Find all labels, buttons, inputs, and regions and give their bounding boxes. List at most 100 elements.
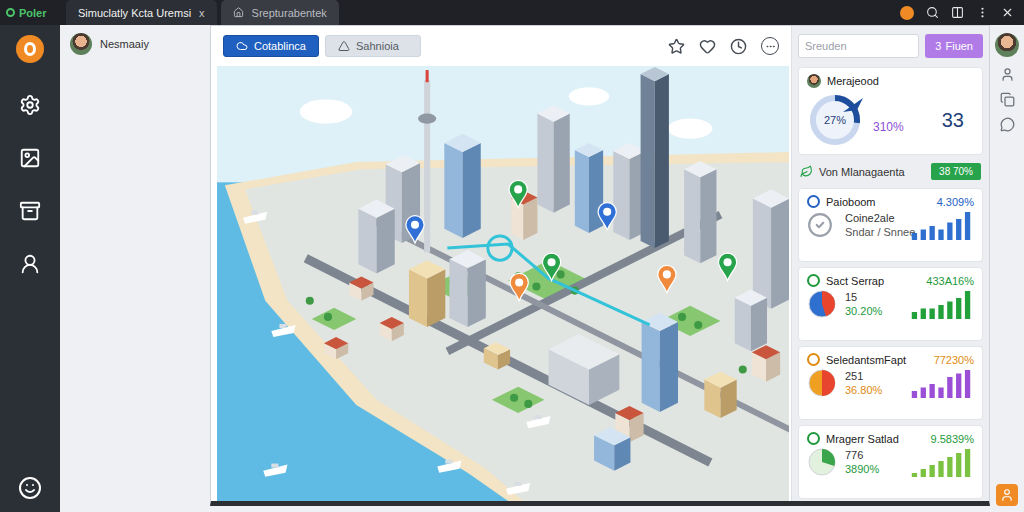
building bbox=[575, 143, 603, 233]
pie-chart bbox=[807, 289, 837, 319]
map-pin[interactable] bbox=[509, 180, 527, 207]
map-pin[interactable] bbox=[718, 253, 736, 280]
bar bbox=[912, 473, 917, 477]
bar bbox=[929, 309, 934, 320]
account-icon[interactable] bbox=[996, 484, 1018, 506]
toolbar-actions bbox=[668, 37, 779, 55]
panel-icon[interactable] bbox=[951, 6, 964, 19]
logo-icon[interactable] bbox=[16, 35, 44, 63]
cloud-icon bbox=[236, 40, 248, 52]
stat-card[interactable]: Sact Serrap433A16%1530.20% bbox=[798, 267, 983, 341]
bar bbox=[921, 309, 926, 320]
search-icon[interactable] bbox=[926, 6, 939, 19]
section-header: Von Mlanagaenta38 70% bbox=[798, 160, 983, 183]
user-row[interactable]: Nesmaaiy bbox=[60, 25, 210, 63]
browser-tab[interactable]: Srepturabentek bbox=[221, 0, 339, 25]
tree bbox=[678, 313, 686, 321]
svg-text:27%: 27% bbox=[824, 114, 846, 126]
more-icon[interactable] bbox=[761, 37, 779, 55]
heart-icon[interactable] bbox=[699, 38, 716, 55]
bar-chart bbox=[910, 368, 972, 398]
city-map[interactable] bbox=[217, 66, 789, 501]
gear-icon[interactable] bbox=[19, 94, 41, 116]
star-icon[interactable] bbox=[668, 38, 685, 55]
stat-body: 7763890% bbox=[807, 447, 974, 477]
bar-chart bbox=[910, 289, 972, 319]
tree bbox=[324, 313, 332, 321]
tree bbox=[524, 400, 532, 408]
map-pin[interactable] bbox=[510, 273, 528, 300]
stat-value: 77230% bbox=[934, 354, 974, 366]
menu-icon[interactable] bbox=[976, 6, 989, 19]
building bbox=[641, 67, 669, 248]
right-rail bbox=[990, 25, 1024, 512]
home-icon bbox=[233, 7, 244, 18]
building bbox=[324, 337, 348, 359]
action-button[interactable]: 3Fiuen bbox=[925, 34, 983, 58]
boat bbox=[506, 482, 530, 495]
stat-header: Sact Serrap433A16% bbox=[807, 274, 974, 287]
building bbox=[753, 189, 789, 308]
avatar bbox=[70, 33, 92, 55]
bar bbox=[956, 453, 961, 477]
bar bbox=[929, 226, 934, 240]
search-field[interactable] bbox=[798, 34, 919, 58]
check-icon bbox=[807, 212, 833, 238]
bar bbox=[912, 233, 917, 240]
bar-chart bbox=[910, 447, 972, 477]
gauge-chart: 27% bbox=[807, 92, 867, 148]
view-tab[interactable]: Cotablinca bbox=[223, 35, 319, 57]
bar bbox=[912, 312, 917, 319]
profile-icon[interactable] bbox=[900, 6, 914, 20]
copy-icon[interactable] bbox=[1000, 92, 1015, 107]
stat-header: Paioboom4.309% bbox=[807, 195, 974, 208]
stat-card[interactable]: Mragerr Satlad9.5839% 7763890% bbox=[798, 425, 983, 499]
stat-card[interactable]: Paioboom4.309% Coine2aleSndar / Snnee bbox=[798, 188, 983, 262]
avatar[interactable] bbox=[995, 33, 1019, 57]
building bbox=[537, 105, 569, 212]
bar bbox=[929, 465, 934, 477]
chat-icon[interactable] bbox=[1000, 117, 1015, 132]
bar bbox=[947, 457, 952, 477]
card-header: Merajeood bbox=[807, 74, 974, 88]
map-pin[interactable] bbox=[598, 203, 616, 230]
building bbox=[594, 427, 630, 471]
map-pin[interactable] bbox=[406, 216, 424, 243]
building bbox=[704, 372, 736, 419]
bar bbox=[921, 469, 926, 477]
brand[interactable]: Poler bbox=[0, 0, 62, 25]
bar-chart bbox=[910, 210, 972, 240]
bar bbox=[938, 461, 943, 477]
clock-icon[interactable] bbox=[730, 38, 747, 55]
brand-icon bbox=[6, 8, 15, 17]
search-row: 3Fiuen bbox=[798, 34, 983, 58]
left-sidebar bbox=[0, 25, 60, 512]
tab-close[interactable]: x bbox=[199, 7, 205, 19]
gauge-row: 27%310%33 bbox=[807, 92, 974, 148]
bar bbox=[929, 384, 934, 398]
bar bbox=[965, 291, 970, 319]
image-icon[interactable] bbox=[19, 147, 41, 169]
user-icon[interactable] bbox=[1000, 67, 1015, 82]
building bbox=[549, 334, 620, 405]
smile-icon[interactable] bbox=[18, 476, 42, 500]
user-icon[interactable] bbox=[19, 253, 41, 275]
map-pin[interactable] bbox=[542, 253, 560, 280]
close-icon[interactable] bbox=[1001, 6, 1014, 19]
stat-header: Mragerr Satlad9.5839% bbox=[807, 432, 974, 445]
view-tab[interactable]: Sahnioia bbox=[325, 35, 421, 57]
stat-texts: 25136.80% bbox=[845, 370, 906, 396]
building bbox=[752, 345, 780, 381]
browser-tab[interactable]: Simuclatly Kcta Uremsix bbox=[66, 0, 217, 25]
archive-icon[interactable] bbox=[19, 200, 41, 222]
tree bbox=[694, 321, 702, 329]
bar bbox=[938, 305, 943, 319]
bar bbox=[938, 388, 943, 399]
map-pin[interactable] bbox=[658, 265, 676, 292]
pie-chart bbox=[807, 447, 837, 477]
map-frame bbox=[211, 66, 791, 501]
stat-card[interactable]: SeledantsmFapt77230%25136.80% bbox=[798, 346, 983, 420]
bar bbox=[912, 391, 917, 398]
tree bbox=[532, 282, 540, 290]
stat-body: Coine2aleSndar / Snnee bbox=[807, 210, 974, 240]
